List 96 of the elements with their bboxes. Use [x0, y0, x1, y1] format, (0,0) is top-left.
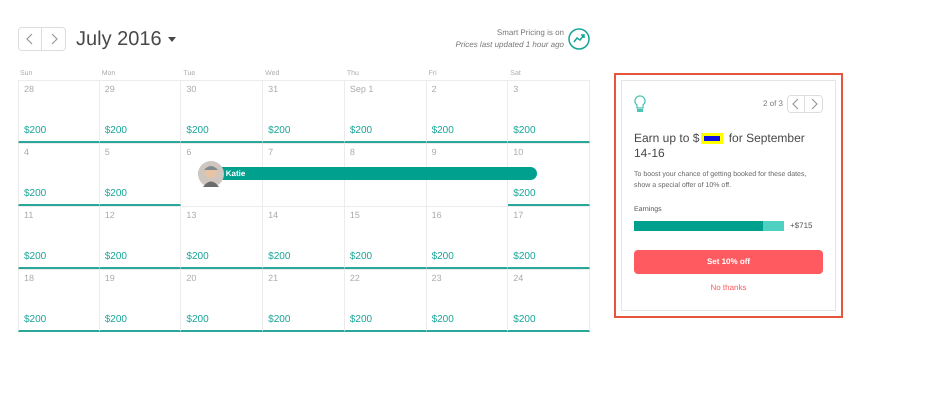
previous-button[interactable] [18, 27, 42, 51]
day-number: 14 [268, 208, 280, 222]
day-number: 18 [24, 272, 36, 284]
day-price: $200 [432, 250, 455, 264]
day-price: $200 [104, 186, 128, 200]
day-cell[interactable]: 21 $200 [263, 268, 345, 332]
next-button[interactable] [42, 27, 66, 51]
caret-icon [168, 36, 176, 42]
day-number: 7 [268, 146, 274, 158]
day-price: $200 [268, 124, 292, 138]
day-number: 31 [268, 82, 280, 96]
day-number: 20 [186, 272, 198, 284]
day-number: 19 [104, 272, 116, 284]
day-number: 8 [350, 146, 356, 158]
day-price: $200 [24, 124, 48, 138]
day-price: $200 [268, 250, 292, 264]
day-cell[interactable]: 12 $200 [100, 206, 182, 268]
day-number: 23 [432, 272, 443, 284]
lightbulb-icon [634, 95, 646, 113]
earnings-value: +$715 [790, 220, 812, 232]
chevron-right-icon [50, 33, 58, 45]
smart-pricing-status: Smart Pricing is on [496, 27, 564, 39]
next-button[interactable] [805, 95, 823, 113]
day-number: 6 [186, 146, 192, 158]
day-cell[interactable]: 5 $200 [100, 142, 182, 206]
day-cell[interactable]: 29 $200 [100, 80, 182, 142]
day-cell[interactable]: 20 $200 [181, 268, 264, 332]
day-number: 16 [432, 208, 443, 222]
day-price: $200 [350, 250, 374, 264]
day-cell[interactable]: 4 $200 [18, 142, 100, 206]
day-cell[interactable]: 19 $200 [100, 268, 182, 332]
guest-name: Katie [226, 168, 246, 180]
day-price: $200 [513, 312, 537, 326]
tip-pager-count: 2 of 3 [762, 98, 783, 110]
day-number: 2 [432, 82, 438, 96]
day-price: $200 [513, 186, 537, 200]
day-cell[interactable]: 15 $200 [344, 206, 427, 268]
day-number: 24 [513, 272, 524, 284]
set-discount-button[interactable]: Set 10% off [634, 250, 823, 274]
day-number: 17 [513, 208, 524, 222]
day-price: $200 [186, 124, 210, 138]
day-price: $200 [350, 312, 374, 326]
day-cell[interactable]: 16 $200 [426, 206, 508, 268]
previous-button[interactable] [787, 95, 805, 113]
day-number: 30 [186, 82, 198, 96]
day-number: 15 [350, 208, 361, 222]
day-cell[interactable]: 13 $200 [181, 206, 264, 268]
day-cell[interactable]: 28 $200 [18, 80, 100, 142]
day-number: 9 [432, 146, 438, 158]
day-cell[interactable]: 23 $200 [426, 268, 508, 332]
trend-icon[interactable] [568, 28, 590, 50]
day-cell[interactable]: 11 $200 [18, 206, 100, 268]
day-price: $200 [24, 312, 48, 326]
day-cell[interactable]: 2 $200 [426, 80, 508, 142]
day-cell[interactable]: 30 $200 [181, 80, 264, 142]
day-number: 4 [24, 146, 30, 158]
day-price: $200 [186, 250, 210, 264]
day-price: $200 [186, 312, 210, 326]
chevron-left-icon [792, 98, 800, 110]
day-price: $200 [350, 124, 374, 138]
day-number: 28 [24, 82, 36, 96]
day-number: 22 [350, 272, 361, 284]
prices-updated-note: Prices last updated 1 hour ago [455, 39, 564, 51]
day-price: $200 [432, 312, 455, 326]
day-number: 12 [104, 208, 116, 222]
day-cell[interactable]: Sep 1 $200 [344, 80, 427, 142]
day-cell[interactable]: 31 $200 [263, 80, 345, 142]
day-number: 11 [24, 208, 34, 222]
day-number: 13 [186, 208, 198, 222]
day-price: $200 [24, 186, 48, 200]
day-number: 21 [268, 272, 280, 284]
day-price: $200 [104, 124, 128, 138]
day-cell[interactable]: 24 $200 [508, 268, 590, 332]
day-number: 10 [513, 146, 524, 158]
day-price: $200 [104, 250, 128, 264]
chevron-right-icon [810, 98, 818, 110]
day-price: $200 [513, 124, 537, 138]
day-cell[interactable]: 3 $200 [508, 80, 590, 142]
day-number: Sep 1 [350, 82, 374, 96]
avatar [198, 160, 224, 186]
day-number: 3 [513, 82, 520, 96]
day-cell[interactable]: 18 $200 [18, 268, 100, 332]
day-price: $200 [513, 250, 537, 264]
month-selector[interactable]: July 2016 [76, 24, 176, 54]
day-cell[interactable]: 14 $200 [263, 206, 345, 268]
day-price: $200 [104, 312, 128, 326]
day-price: $200 [268, 312, 292, 326]
day-cell[interactable]: 22 $200 [344, 268, 427, 332]
day-price: $200 [24, 250, 48, 264]
tip-title: Earn up to $ for September 14-16 [634, 131, 806, 161]
day-number: 5 [104, 146, 111, 158]
day-price: $200 [432, 124, 455, 138]
chevron-left-icon [26, 33, 34, 45]
no-thanks-link[interactable]: No thanks [710, 282, 747, 294]
day-cell[interactable]: 17 $200 [508, 206, 590, 268]
day-number: 29 [104, 82, 116, 96]
